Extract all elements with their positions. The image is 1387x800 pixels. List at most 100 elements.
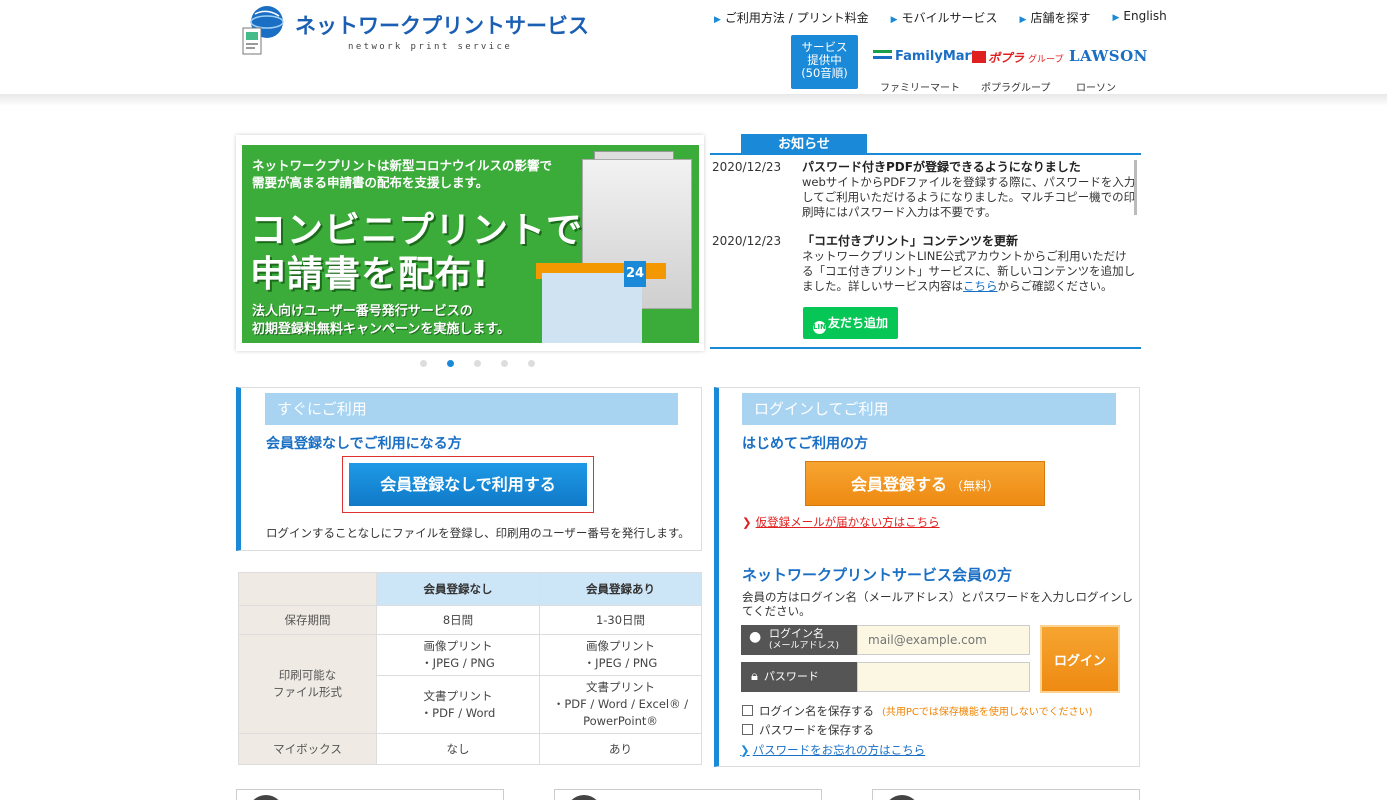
service-badge: サービス 提供中 (50音順) bbox=[791, 35, 858, 89]
register-button[interactable]: 会員登録する （無料） bbox=[805, 461, 1045, 506]
store-poplar[interactable]: ポプラ グループ bbox=[972, 49, 1063, 66]
highlight-frame: 会員登録なしで利用する bbox=[342, 456, 594, 513]
member-title: ネットワークプリントサービス会員の方 bbox=[742, 566, 1013, 584]
header-shadow bbox=[0, 94, 1387, 106]
slider-dot[interactable] bbox=[528, 360, 535, 367]
logo-subtitle: network print service bbox=[348, 42, 513, 52]
news-item: 2020/12/23 パスワード付きPDFが登録できるようになりました webサ… bbox=[712, 160, 1136, 220]
table-cell: 画像プリント ・JPEG / PNG bbox=[376, 634, 540, 676]
row-header: 印刷可能な ファイル形式 bbox=[238, 634, 377, 734]
nav-link-english[interactable]: ▶ English bbox=[1112, 9, 1166, 26]
banner-bottom-line: 法人向けユーザー番号発行サービスの bbox=[252, 304, 473, 319]
table-cell: 1-30日間 bbox=[539, 605, 702, 635]
forgot-password-link[interactable]: ❯ パスワードをお忘れの方はこちら bbox=[740, 742, 925, 758]
forgot-password-label: パスワードをお忘れの方はこちら bbox=[752, 743, 926, 757]
login-name-input[interactable] bbox=[857, 625, 1030, 655]
news-list: 2020/12/23 パスワード付きPDFが登録できるようになりました webサ… bbox=[712, 160, 1136, 344]
table-cell: 8日間 bbox=[376, 605, 540, 635]
save-login-warning: (共用PCでは保存機能を使用しないでください) bbox=[882, 707, 1093, 718]
news-divider bbox=[710, 153, 1141, 155]
site-header: ネットワークプリントサービス network print service ▶ ご利… bbox=[0, 0, 1387, 96]
table-cell: あり bbox=[539, 733, 702, 765]
login-name-label-sub: (メールアドレス) bbox=[769, 641, 840, 651]
banner-bottom-text: 法人向けユーザー番号発行サービスの 初期登録料無料キャンペーンを実施します。 bbox=[252, 303, 510, 339]
password-input[interactable] bbox=[857, 662, 1030, 692]
line-add-friend-button[interactable]: LINE友だち追加 bbox=[803, 307, 898, 339]
member-description: 会員の方はログイン名（メールアドレス）とパスワードを入力しログインしてください。 bbox=[742, 590, 1133, 618]
table-row: 保存期間 8日間 1-30日間 bbox=[238, 605, 702, 635]
cell-line: 文書プリント bbox=[423, 688, 493, 703]
nav-link-stores[interactable]: ▶ 店舗を探す bbox=[1020, 9, 1091, 26]
nav-link-mobile[interactable]: ▶ モバイルサービス bbox=[891, 9, 998, 26]
save-password-checkbox[interactable] bbox=[742, 724, 753, 735]
store-name: ポプラ bbox=[988, 51, 1025, 65]
news-scrollbar[interactable] bbox=[1134, 160, 1137, 215]
news-title: パスワード付きPDFが登録できるようになりました bbox=[802, 160, 1081, 174]
save-login-checkbox-row[interactable]: ログイン名を保存する (共用PCでは保存機能を使用しないでください) bbox=[742, 703, 1093, 719]
temp-mail-link[interactable]: ❯ 仮登録メールが届かない方はこちら bbox=[742, 514, 940, 530]
nav-link-label: English bbox=[1123, 9, 1167, 23]
use-without-registration-button[interactable]: 会員登録なしで利用する bbox=[349, 463, 587, 506]
banner-top-line: ネットワークプリントは新型コロナウイルスの影響で bbox=[252, 158, 553, 173]
password-label-text: パスワード bbox=[763, 670, 819, 683]
slider-dots bbox=[420, 360, 535, 367]
save-password-label: パスワードを保存する bbox=[759, 723, 874, 737]
cell-line: 画像プリント bbox=[586, 639, 655, 653]
lock-icon: 🔒︎ bbox=[751, 669, 758, 684]
temp-mail-link-label: 仮登録メールが届かない方はこちら bbox=[755, 515, 940, 529]
quick-use-heading: すぐにご利用 bbox=[265, 393, 678, 425]
cell-line: 文書プリント bbox=[586, 680, 655, 694]
column-header: 会員登録なし bbox=[376, 572, 540, 606]
line-button-label: 友だち追加 bbox=[828, 316, 889, 330]
table-header-row: 会員登録なし 会員登録あり bbox=[238, 572, 702, 606]
store-familymart[interactable]: FamilyMart bbox=[873, 49, 977, 64]
table-cell: なし bbox=[376, 733, 540, 765]
slider-dot[interactable] bbox=[474, 360, 481, 367]
save-password-checkbox-row[interactable]: パスワードを保存する bbox=[742, 722, 874, 738]
slider-dot[interactable] bbox=[420, 360, 427, 367]
table-cell: 文書プリント ・PDF / Word bbox=[376, 675, 540, 734]
news-body: ネットワークプリントLINE公式アカウントからご利用いただける「コエ付きプリント… bbox=[802, 249, 1136, 294]
news-tab: お知らせ bbox=[741, 134, 867, 155]
triangle-icon: ▶ bbox=[1019, 15, 1027, 25]
banner-slide[interactable]: 24 ネットワークプリントは新型コロナウイルスの影響で 需要が高まる申請書の配布… bbox=[242, 145, 699, 343]
login-button[interactable]: ログイン bbox=[1040, 625, 1120, 693]
table-cell: 文書プリント ・PDF / Word / Excel® / PowerPoint® bbox=[539, 675, 702, 734]
banner-bottom-line: 初期登録料無料キャンペーンを実施します。 bbox=[252, 322, 511, 337]
nav-link-label: 店舗を探す bbox=[1030, 11, 1091, 25]
slider-dot-active[interactable] bbox=[447, 360, 454, 367]
logo-globe-icon bbox=[242, 6, 284, 55]
row-header-line: 印刷可能な bbox=[278, 668, 337, 682]
slider-dot[interactable] bbox=[501, 360, 508, 367]
cell-line: ・JPEG / PNG bbox=[583, 656, 658, 670]
store-lawson[interactable]: LAWSON bbox=[1069, 47, 1148, 65]
banner-slider[interactable]: 24 ネットワークプリントは新型コロナウイルスの影響で 需要が高まる申請書の配布… bbox=[236, 135, 704, 351]
news-divider-bottom bbox=[710, 347, 1141, 349]
quick-use-subtitle: 会員登録なしでご利用になる方 bbox=[266, 436, 462, 452]
store-sign: 24 bbox=[624, 261, 646, 287]
store-sub: ポプラグループ bbox=[981, 83, 1051, 94]
row-header: マイボックス bbox=[238, 733, 377, 765]
banner-top-line: 需要が高まる申請書の配布を支援します。 bbox=[252, 175, 489, 190]
store-name: FamilyMart bbox=[895, 49, 978, 64]
nav-link-usage[interactable]: ▶ ご利用方法 / プリント料金 bbox=[714, 9, 869, 26]
save-login-checkbox[interactable] bbox=[742, 705, 753, 716]
triangle-icon: ▶ bbox=[714, 15, 721, 25]
news-body-text: からご確認ください。 bbox=[997, 279, 1113, 293]
news-here-link[interactable]: こちら bbox=[963, 279, 998, 293]
store-extra: グループ bbox=[1028, 55, 1064, 65]
table-row: 印刷可能な ファイル形式 画像プリント ・JPEG / PNG 画像プリント ・JPE… bbox=[238, 634, 702, 734]
news-body: webサイトからPDFファイルを登録する際に、パスワードを入力してご利用いただけ… bbox=[802, 175, 1136, 219]
table-cell: 画像プリント ・JPEG / PNG bbox=[539, 634, 702, 676]
cell-line: ・PDF / Word bbox=[420, 705, 496, 720]
login-heading: ログインしてご利用 bbox=[742, 393, 1116, 425]
store-name: LAWSON bbox=[1069, 47, 1148, 65]
column-header: 会員登録あり bbox=[539, 572, 702, 606]
news-date: 2020/12/23 bbox=[712, 234, 782, 248]
poplar-logo-icon bbox=[972, 51, 986, 63]
news-title: 「コエ付きプリント」コンテンツを更新 bbox=[802, 234, 1019, 248]
logo-title[interactable]: ネットワークプリントサービス bbox=[295, 10, 589, 40]
register-free-label: （無料） bbox=[951, 479, 1000, 493]
store-sub: ローソン bbox=[1076, 83, 1116, 94]
register-button-label: 会員登録する bbox=[850, 475, 947, 494]
